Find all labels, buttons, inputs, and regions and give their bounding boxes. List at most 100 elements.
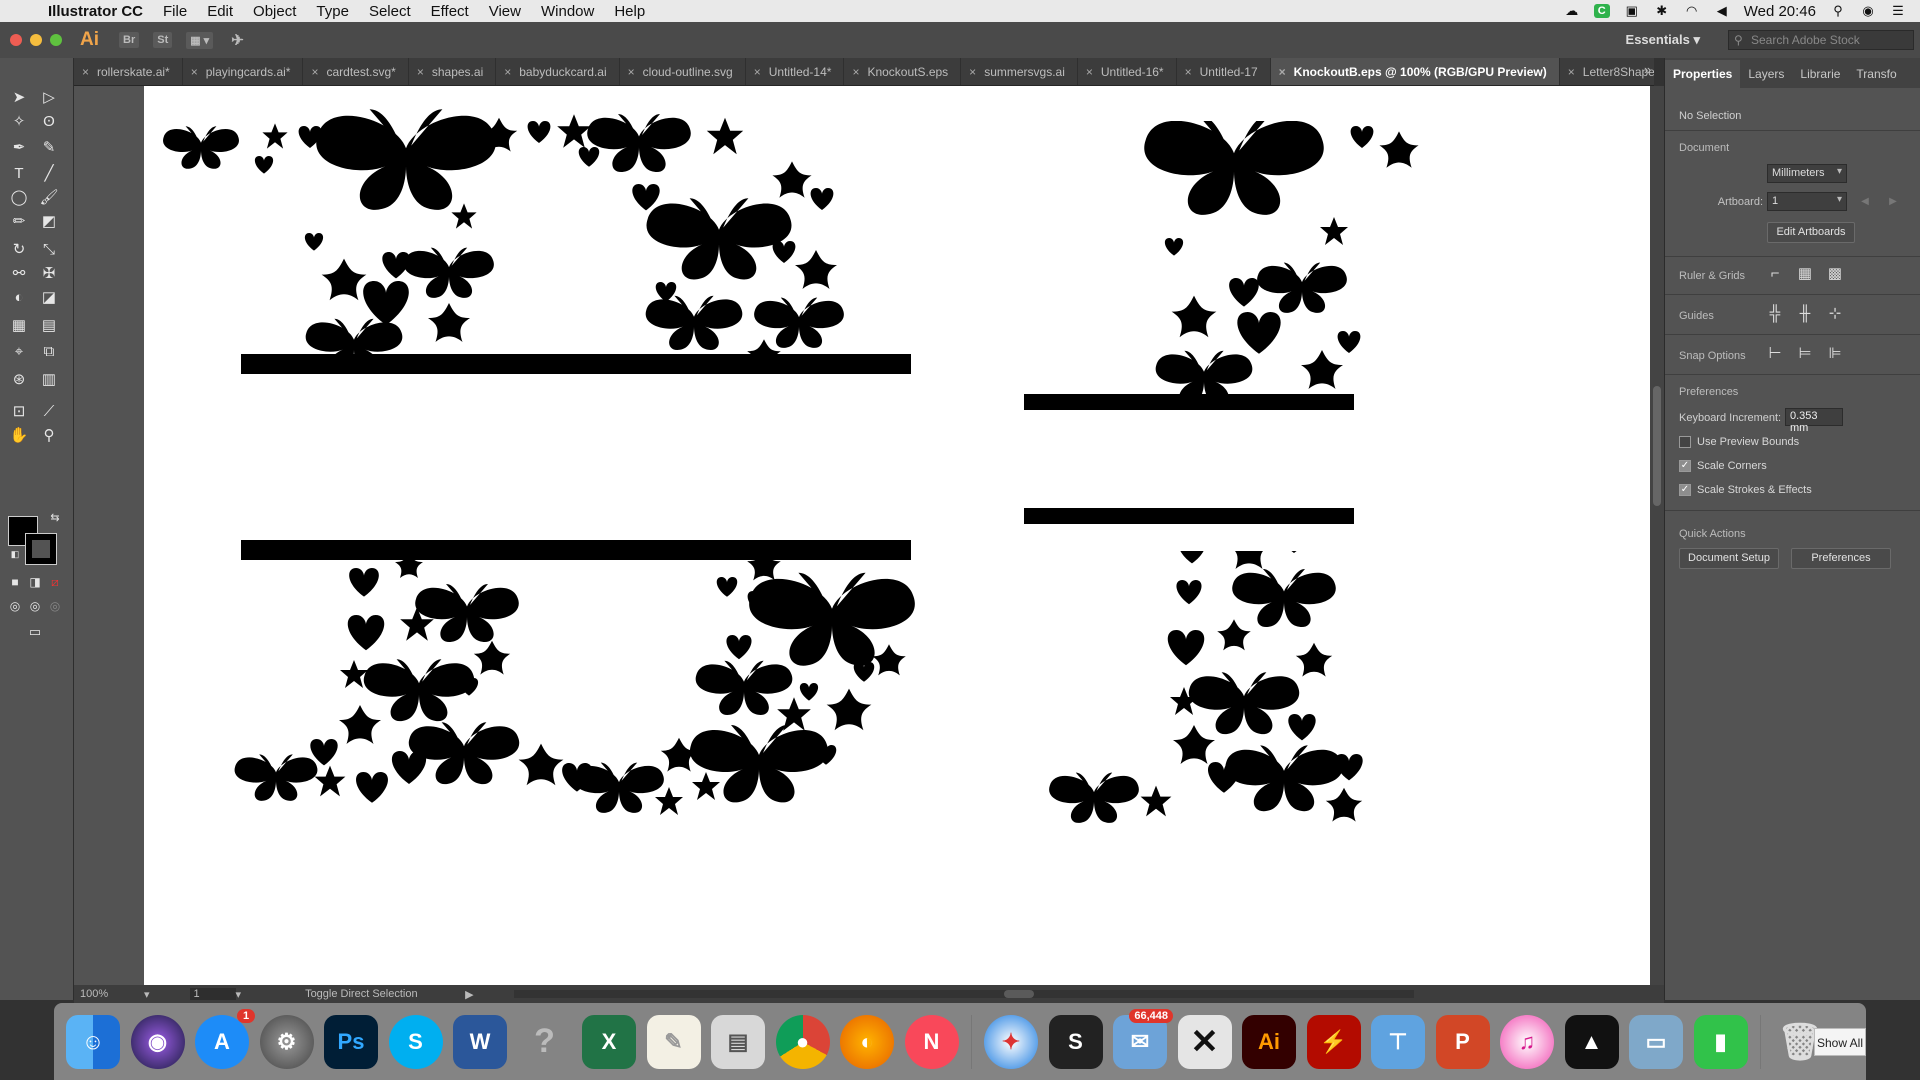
screen-mode-icon[interactable]: ▭ <box>24 622 46 642</box>
none-mode-icon[interactable]: ⧄ <box>44 572 66 592</box>
zoom-dropdown-icon[interactable]: ▾ <box>144 988 150 1001</box>
paintbrush-tool-icon[interactable]: 🖌 <box>38 188 60 208</box>
shape-builder-tool-icon[interactable]: ◐ <box>8 288 30 308</box>
close-tab-icon[interactable]: × <box>1568 65 1575 79</box>
illustrator-icon[interactable]: Ai <box>1242 1014 1296 1069</box>
archive-utility-icon[interactable]: ▮ <box>1693 1014 1748 1069</box>
artboard[interactable] <box>144 86 1650 985</box>
magic-wand-tool-icon[interactable]: ✧ <box>8 112 30 132</box>
tab-playingcards[interactable]: × playingcards.ai* <box>183 58 304 85</box>
notification-center-icon[interactable]: ☰ <box>1890 4 1906 18</box>
mesh-tool-icon[interactable]: ▦ <box>8 316 30 336</box>
hand-tool-icon[interactable]: ✋ <box>8 426 30 446</box>
draw-behind-icon[interactable]: ◎ <box>24 596 46 616</box>
bridge-button[interactable]: Br <box>119 32 140 48</box>
blend-tool-icon[interactable]: ⧉ <box>38 342 60 362</box>
tab-untitled-17[interactable]: × Untitled-17 <box>1177 58 1271 85</box>
excel-icon[interactable]: X <box>582 1014 636 1069</box>
close-window-button[interactable] <box>10 34 22 46</box>
graph-tool-icon[interactable]: ▥ <box>38 370 60 390</box>
draw-normal-icon[interactable]: ◎ <box>4 596 26 616</box>
close-tab-icon[interactable]: × <box>191 65 198 79</box>
chrome-icon[interactable]: ● <box>775 1014 830 1069</box>
width-tool-icon[interactable]: ⚯ <box>8 264 30 284</box>
ellipse-tool-icon[interactable]: ◯ <box>8 188 30 208</box>
green-c-icon[interactable]: C <box>1593 4 1610 18</box>
stroke-color-swatch[interactable] <box>25 533 57 565</box>
canvas-area[interactable] <box>74 86 1650 985</box>
zoom-window-button[interactable] <box>50 34 62 46</box>
preview-icon[interactable]: ▤ <box>711 1014 765 1069</box>
app-store-icon[interactable]: A1 <box>195 1008 255 1069</box>
menu-object[interactable]: Object <box>243 3 306 20</box>
app-menu[interactable]: Illustrator CC <box>34 3 153 20</box>
symbol-sprayer-tool-icon[interactable]: ⊛ <box>8 370 30 390</box>
tab-knockouts[interactable]: × KnockoutS.eps <box>844 58 962 85</box>
tab-untitled-16[interactable]: × Untitled-16* <box>1078 58 1177 85</box>
creative-cloud-icon[interactable]: ☁ <box>1564 4 1580 18</box>
menu-view[interactable]: View <box>479 3 531 20</box>
document-setup-button[interactable]: Document Setup <box>1679 548 1779 569</box>
close-tab-icon[interactable]: × <box>417 65 424 79</box>
use-preview-bounds-checkbox[interactable]: Use Preview Bounds <box>1679 436 1799 448</box>
close-tab-icon[interactable]: × <box>311 65 318 79</box>
units-select[interactable]: Millimeters ▾ <box>1767 164 1847 183</box>
line-tool-icon[interactable]: ╱ <box>38 164 60 184</box>
scroll-thumb[interactable] <box>1653 386 1661 506</box>
artboard-select[interactable]: 1 ▾ <box>1767 192 1847 211</box>
lasso-tool-icon[interactable]: ʘ <box>38 112 60 132</box>
acrobat-icon[interactable]: ⚡ <box>1306 1014 1361 1069</box>
close-tab-icon[interactable]: × <box>1086 65 1093 79</box>
previous-artboard-icon[interactable]: ◀ <box>1855 192 1875 212</box>
tab-libraries[interactable]: Librarie <box>1792 67 1848 88</box>
inkscape-icon[interactable]: ▲ <box>1564 1014 1619 1069</box>
rulers-icon[interactable]: ⌐ <box>1765 264 1785 284</box>
vertical-scrollbar[interactable] <box>1650 86 1664 985</box>
textedit-icon[interactable]: ✎ <box>646 1014 701 1069</box>
menu-window[interactable]: Window <box>531 3 604 20</box>
stock-button[interactable]: St <box>153 32 173 48</box>
menu-file[interactable]: File <box>153 3 197 20</box>
skype-icon[interactable]: S <box>388 1014 443 1069</box>
color-mode-icon[interactable]: ■ <box>4 572 26 592</box>
type-tool-icon[interactable]: T <box>8 164 30 184</box>
itunes-icon[interactable]: ♫ <box>1500 1014 1554 1069</box>
siri-icon[interactable]: ◉ <box>130 1014 185 1069</box>
draw-inside-icon[interactable]: ◎ <box>44 596 66 616</box>
system-preferences-icon[interactable]: ⚙ <box>259 1014 314 1069</box>
show-guides-icon[interactable]: ╬ <box>1765 304 1785 324</box>
horizontal-scrollbar[interactable] <box>513 990 1414 998</box>
pen-tool-icon[interactable]: ✒ <box>8 138 30 158</box>
gradient-tool-icon[interactable]: ▤ <box>38 316 60 336</box>
tab-summersvgs[interactable]: × summersvgs.ai <box>961 58 1078 85</box>
transparency-grid-icon[interactable]: ▩ <box>1825 264 1845 284</box>
pencil-tool-icon[interactable]: ✏ <box>8 212 30 232</box>
keyboard-increment-field[interactable]: 0.353 mm <box>1785 408 1843 434</box>
snap-to-grid-icon[interactable]: ⊨ <box>1795 344 1815 364</box>
workspace-switcher[interactable]: Essentials ▾ <box>1626 32 1700 48</box>
zoom-tool-icon[interactable]: ⚲ <box>38 426 60 446</box>
scale-corners-checkbox[interactable]: ✓ Scale Corners <box>1679 460 1767 472</box>
eraser-tool-icon[interactable]: ◩ <box>38 212 60 232</box>
close-tab-icon[interactable]: × <box>1185 65 1192 79</box>
close-tab-icon[interactable]: × <box>852 65 859 79</box>
menu-edit[interactable]: Edit <box>197 3 243 20</box>
scroll-thumb[interactable] <box>1003 990 1034 998</box>
menu-select[interactable]: Select <box>359 3 421 20</box>
siri-icon[interactable]: ◉ <box>1860 4 1876 18</box>
edit-artboards-button[interactable]: Edit Artboards <box>1767 222 1855 243</box>
tab-cloud-outline[interactable]: × cloud-outline.svg <box>620 58 746 85</box>
close-tab-icon[interactable]: × <box>82 65 89 79</box>
stock-search-input[interactable]: ⚲ Search Adobe Stock <box>1728 30 1914 50</box>
tab-properties[interactable]: Properties <box>1665 60 1741 88</box>
finder-icon[interactable]: ☺ <box>66 1014 120 1069</box>
direct-selection-tool-icon[interactable]: ▷ <box>38 88 60 108</box>
status-menu-icon[interactable]: ▶ <box>465 988 473 1001</box>
puppet-warp-tool-icon[interactable]: ✠ <box>38 264 60 284</box>
slice-tool-icon[interactable]: ⟋ <box>38 402 60 422</box>
tab-letter8shapes[interactable]: ×Letter8Shapes.svg <box>1560 58 1654 85</box>
tab-cardtest[interactable]: × cardtest.svg* <box>303 58 409 85</box>
lock-guides-icon[interactable]: ╫ <box>1795 304 1815 324</box>
menu-type[interactable]: Type <box>306 3 359 20</box>
close-tab-icon[interactable]: × <box>969 65 976 79</box>
